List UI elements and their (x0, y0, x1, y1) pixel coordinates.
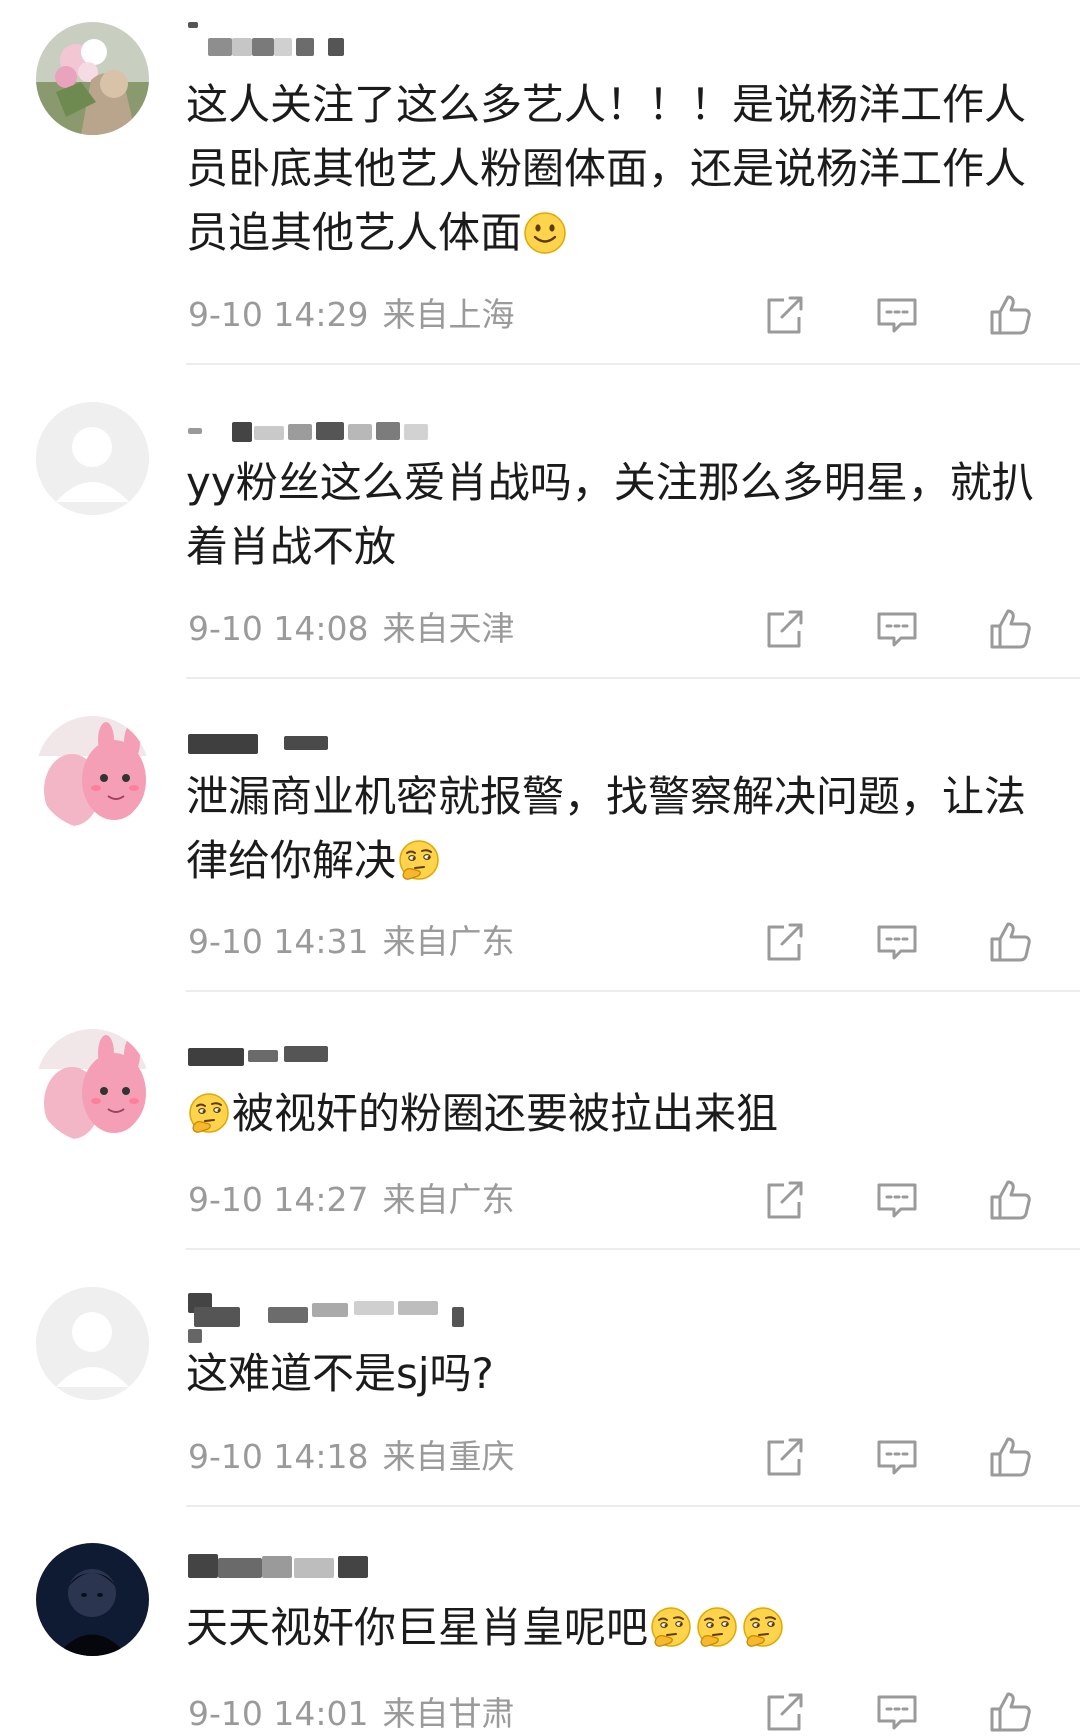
comment-text: 泄漏商业机密就报警，找警察解决问题，让法律给你解决 (186, 772, 1027, 885)
thumbs-up-icon[interactable] (986, 918, 1034, 966)
comment-location: 来自甘肃 (382, 1694, 515, 1733)
comment-text: 被视奸的粉圈还要被拉出来狙 (186, 1082, 1040, 1146)
comment-icon[interactable] (873, 291, 921, 339)
share-icon[interactable] (760, 605, 808, 653)
avatar[interactable] (36, 1287, 149, 1400)
username[interactable] (188, 22, 528, 56)
thumbs-up-icon[interactable] (986, 1176, 1034, 1224)
share-icon[interactable] (760, 1176, 808, 1224)
comment-text: 这人关注了这么多艺人！！！是说杨洋工作人员卧底其他艺人粉圈体面，还是说杨洋工作人… (186, 80, 1027, 257)
comment-meta: 9-10 14:31 来自广东 (188, 922, 515, 962)
comment-meta: 9-10 14:18 来自重庆 (188, 1437, 515, 1477)
comment-location: 来自重庆 (382, 1437, 515, 1476)
username[interactable] (188, 1293, 528, 1343)
comment-time: 9-10 14:08 (188, 609, 369, 648)
divider (186, 363, 1080, 365)
avatar[interactable] (36, 402, 149, 515)
thinking-emoji (741, 1606, 785, 1650)
comment-text: 这难道不是sj吗? (186, 1349, 494, 1398)
thinking-emoji (695, 1606, 739, 1650)
share-icon[interactable] (760, 918, 808, 966)
comment-time: 9-10 14:01 (188, 1694, 369, 1733)
comment-meta: 9-10 14:27 来自广东 (188, 1180, 515, 1220)
comment-icon[interactable] (873, 918, 921, 966)
comment-location: 来自上海 (382, 295, 515, 334)
avatar[interactable] (36, 716, 149, 829)
share-icon[interactable] (760, 1688, 808, 1736)
thumbs-up-icon[interactable] (986, 605, 1034, 653)
comment-icon[interactable] (873, 605, 921, 653)
divider (186, 990, 1080, 992)
share-icon[interactable] (760, 291, 808, 339)
share-icon[interactable] (760, 1433, 808, 1481)
thinking-emoji (187, 1092, 231, 1136)
comment-icon[interactable] (873, 1176, 921, 1224)
comment-location: 来自天津 (382, 609, 515, 648)
comment-time: 9-10 14:27 (188, 1180, 369, 1219)
thumbs-up-icon[interactable] (986, 1433, 1034, 1481)
username[interactable] (188, 1036, 528, 1070)
comment-meta: 9-10 14:29 来自上海 (188, 295, 515, 335)
divider (186, 677, 1080, 679)
comment-time: 9-10 14:29 (188, 295, 369, 334)
comment-location: 来自广东 (382, 1180, 515, 1219)
comment-meta: 9-10 14:08 来自天津 (188, 609, 515, 649)
thinking-emoji (649, 1606, 693, 1650)
comment-text: 天天视奸你巨星肖皇呢吧 (186, 1596, 1040, 1660)
username[interactable] (188, 722, 528, 756)
smile-emoji (523, 211, 567, 255)
avatar[interactable] (36, 1543, 149, 1656)
avatar[interactable] (36, 1029, 149, 1142)
comment-time: 9-10 14:31 (188, 922, 369, 961)
comment-icon[interactable] (873, 1688, 921, 1736)
comment-text: yy粉丝这么爱肖战吗，关注那么多明星，就扒着肖战不放 (186, 458, 1034, 571)
comment-meta: 9-10 14:01 来自甘肃 (188, 1694, 515, 1734)
divider (186, 1505, 1080, 1507)
comment-time: 9-10 14:18 (188, 1437, 369, 1476)
username[interactable] (188, 1548, 528, 1582)
username[interactable] (188, 408, 528, 442)
thumbs-up-icon[interactable] (986, 291, 1034, 339)
divider (186, 1248, 1080, 1250)
comment-location: 来自广东 (382, 922, 515, 961)
avatar[interactable] (36, 22, 149, 135)
thumbs-up-icon[interactable] (986, 1688, 1034, 1736)
comment-icon[interactable] (873, 1433, 921, 1481)
thinking-emoji (397, 839, 441, 883)
